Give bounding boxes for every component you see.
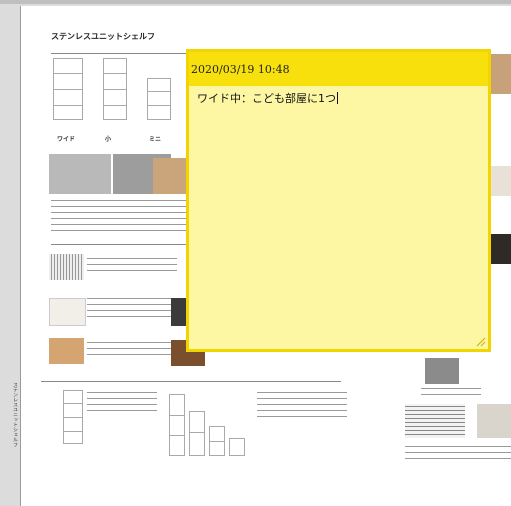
shelf-label-mini: ミニ	[149, 136, 162, 143]
spec-text-block	[51, 200, 191, 236]
top-bar	[0, 0, 511, 4]
shelf-drawing-wide	[53, 58, 83, 120]
photo-hook	[425, 358, 459, 384]
side-vertical-label: ステンレスユニットシェルフ	[13, 382, 18, 447]
photo-wire-basket	[49, 254, 84, 280]
shelf-diagram-c	[209, 426, 225, 456]
divider	[51, 244, 191, 245]
shelf-drawing-small	[103, 58, 127, 120]
photo-shelf-steel	[49, 154, 111, 194]
catalog-title: ステンレスユニットシェルフ	[51, 32, 155, 41]
sticky-note[interactable]: 2020/03/19 10:48 ワイド中：こども部屋に1つ	[186, 49, 491, 352]
photo-wood-shelf	[153, 158, 187, 194]
shelf-diagram-a	[169, 394, 185, 456]
sticky-note-text-area[interactable]: ワイド中：こども部屋に1つ	[197, 90, 480, 106]
resize-grip-icon[interactable]	[474, 335, 486, 347]
accessory-text	[87, 258, 177, 276]
sticky-note-header[interactable]: 2020/03/19 10:48	[189, 52, 488, 86]
shelf-drawing-mini	[147, 78, 171, 120]
photo-shelf-set	[477, 404, 511, 438]
divider	[41, 381, 341, 382]
text-caret	[337, 92, 338, 104]
shelf-diagram-d	[229, 438, 245, 456]
accessory-text	[421, 388, 481, 400]
divider	[51, 53, 191, 54]
shelf-drawing-small-2	[63, 390, 83, 444]
accessory-text	[405, 446, 511, 464]
sticky-note-text: ワイド中：こども部屋に1つ	[197, 92, 336, 105]
shelf-diagram-b	[189, 411, 205, 456]
sticky-note-date: 2020/03/19 10:48	[191, 63, 290, 76]
accessory-text	[87, 392, 157, 416]
photo-wire-rack	[405, 404, 465, 438]
accessory-text	[87, 298, 177, 322]
shelf-label-small: 小	[105, 136, 112, 143]
photo-wood-board	[49, 338, 84, 364]
shelf-label-wide: ワイド	[57, 136, 76, 143]
photo-white-panel	[49, 298, 86, 326]
accessory-text	[257, 392, 347, 422]
